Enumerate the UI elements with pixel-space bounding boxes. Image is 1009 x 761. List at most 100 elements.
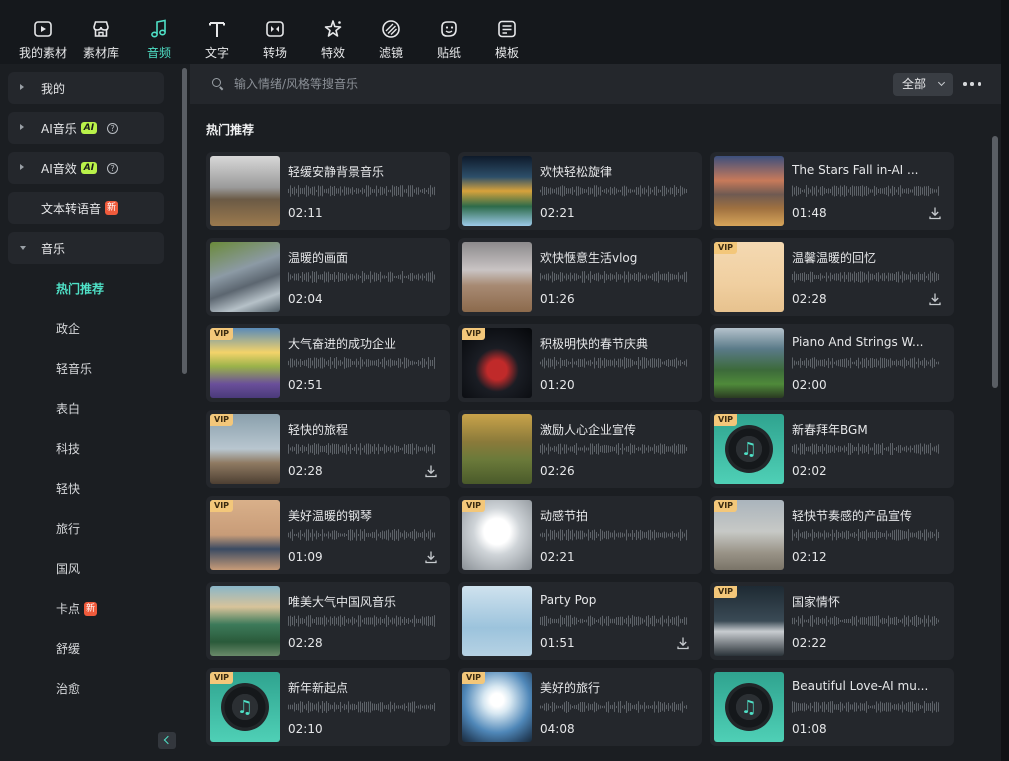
waveform[interactable] <box>288 700 436 714</box>
music-category-item[interactable]: 轻快 <box>56 480 80 497</box>
track-card[interactable]: VIP 轻快节奏感的产品宣传 02:12 <box>710 496 954 574</box>
track-thumbnail <box>462 156 532 226</box>
track-thumbnail: VIP <box>462 500 532 570</box>
track-card[interactable]: Party Pop 01:51 <box>458 582 702 660</box>
download-icon[interactable] <box>676 636 690 650</box>
waveform[interactable] <box>540 184 688 198</box>
filter-dropdown[interactable]: 全部 <box>893 73 953 96</box>
help-icon[interactable]: ? <box>107 122 119 134</box>
track-thumbnail: VIP <box>462 328 532 398</box>
waveform[interactable] <box>540 442 688 456</box>
music-category-item[interactable]: 旅行 <box>56 520 80 537</box>
track-duration: 01:20 <box>540 378 575 392</box>
waveform[interactable] <box>288 614 436 628</box>
music-note-icon: ♫ <box>725 683 773 731</box>
music-category-item[interactable]: 舒缓 <box>56 640 80 657</box>
track-card[interactable]: VIP 美好温暖的钢琴 01:09 <box>206 496 450 574</box>
sidebar-item-ai-sfx[interactable]: AI音效 AI? <box>8 152 164 184</box>
track-card[interactable]: VIP 温馨温暖的回忆 02:28 <box>710 238 954 316</box>
music-category-item[interactable]: 科技 <box>56 440 80 457</box>
tab-sparkle[interactable]: 特效 <box>304 0 362 64</box>
tab-text[interactable]: 文字 <box>188 0 246 64</box>
download-icon[interactable] <box>928 292 942 306</box>
waveform[interactable] <box>792 442 940 456</box>
waveform[interactable] <box>288 356 436 370</box>
track-card[interactable]: VIP 大气奋进的成功企业 02:51 <box>206 324 450 402</box>
vip-badge: VIP <box>462 328 486 340</box>
waveform[interactable] <box>540 356 688 370</box>
sidebar-item-tts[interactable]: 文本转语音新 <box>8 192 164 224</box>
track-duration: 01:26 <box>540 292 575 306</box>
more-options-icon[interactable] <box>963 82 981 86</box>
waveform[interactable] <box>792 356 940 370</box>
track-card[interactable]: VIP 积极明快的春节庆典 01:20 <box>458 324 702 402</box>
track-thumbnail: VIP <box>210 500 280 570</box>
tab-store[interactable]: 素材库 <box>72 0 130 64</box>
waveform[interactable] <box>792 700 940 714</box>
waveform[interactable] <box>288 528 436 542</box>
music-category-item[interactable]: 治愈 <box>56 680 80 697</box>
track-card[interactable]: ♫ VIP 新年新起点 02:10 <box>206 668 450 746</box>
track-card[interactable]: The Stars Fall in-AI ... 01:48 <box>710 152 954 230</box>
vip-badge: VIP <box>462 672 486 684</box>
download-icon[interactable] <box>928 206 942 220</box>
waveform[interactable] <box>288 442 436 456</box>
vip-badge: VIP <box>210 414 234 426</box>
tab-filter[interactable]: 滤镜 <box>362 0 420 64</box>
waveform[interactable] <box>792 528 940 542</box>
music-category-label: 舒缓 <box>56 642 81 656</box>
track-card[interactable]: 温暖的画面 02:04 <box>206 238 450 316</box>
waveform[interactable] <box>792 184 940 198</box>
music-category-label: 政企 <box>56 322 81 336</box>
waveform[interactable] <box>540 528 688 542</box>
waveform[interactable] <box>288 270 436 284</box>
download-icon[interactable] <box>424 464 438 478</box>
caret-right-icon <box>20 84 24 90</box>
music-search-input[interactable] <box>234 74 634 94</box>
track-card[interactable]: 欢快惬意生活vlog 01:26 <box>458 238 702 316</box>
track-card[interactable]: VIP 动感节拍 02:21 <box>458 496 702 574</box>
music-category-item[interactable]: 热门推荐 <box>56 280 104 297</box>
waveform[interactable] <box>792 270 940 284</box>
track-card[interactable]: VIP 美好的旅行 04:08 <box>458 668 702 746</box>
vip-badge: VIP <box>462 500 486 512</box>
download-icon[interactable] <box>424 550 438 564</box>
sidebar-item-music[interactable]: 音乐 <box>8 232 164 264</box>
music-category-item[interactable]: 轻音乐 <box>56 360 92 377</box>
tab-play-box[interactable]: 我的素材 <box>14 0 72 64</box>
track-card[interactable]: 欢快轻松旋律 02:21 <box>458 152 702 230</box>
music-category-item[interactable]: 国风 <box>56 560 80 577</box>
collapse-sidebar-button[interactable] <box>158 732 176 749</box>
track-card[interactable]: 激励人心企业宣传 02:26 <box>458 410 702 488</box>
sidebar-scrollbar[interactable] <box>182 68 187 374</box>
help-icon[interactable]: ? <box>107 162 119 174</box>
tab-transition[interactable]: 转场 <box>246 0 304 64</box>
waveform[interactable] <box>540 614 688 628</box>
waveform[interactable] <box>792 614 940 628</box>
tab-music-note[interactable]: 音频 <box>130 0 188 64</box>
waveform[interactable] <box>540 700 688 714</box>
tab-sticker[interactable]: 贴纸 <box>420 0 478 64</box>
sidebar-item-mine[interactable]: 我的 <box>8 72 164 104</box>
list-scrollbar[interactable] <box>992 136 998 388</box>
track-duration: 02:28 <box>792 292 827 306</box>
track-card[interactable]: 轻缓安静背景音乐 02:11 <box>206 152 450 230</box>
track-card[interactable]: ♫ Beautiful Love-AI mu... 01:08 <box>710 668 954 746</box>
music-category-item[interactable]: 表白 <box>56 400 80 417</box>
tab-template[interactable]: 模板 <box>478 0 536 64</box>
track-card[interactable]: VIP 轻快的旅程 02:28 <box>206 410 450 488</box>
music-category-label: 轻快 <box>56 482 81 496</box>
waveform[interactable] <box>288 184 436 198</box>
track-card[interactable]: ♫ VIP 新春拜年BGM 02:02 <box>710 410 954 488</box>
waveform[interactable] <box>540 270 688 284</box>
music-category-item[interactable]: 卡点新 <box>56 600 98 617</box>
track-card[interactable]: Piano And Strings W... 02:00 <box>710 324 954 402</box>
track-duration: 02:21 <box>540 550 575 564</box>
music-disc-thumbnail: ♫ VIP <box>210 672 280 742</box>
sidebar-item-ai-music[interactable]: AI音乐 AI? <box>8 112 164 144</box>
track-card[interactable]: 唯美大气中国风音乐 02:28 <box>206 582 450 660</box>
music-category-item[interactable]: 政企 <box>56 320 80 337</box>
track-title: 轻快的旅程 <box>288 423 349 437</box>
track-card[interactable]: VIP 国家情怀 02:22 <box>710 582 954 660</box>
track-thumbnail <box>210 586 280 656</box>
